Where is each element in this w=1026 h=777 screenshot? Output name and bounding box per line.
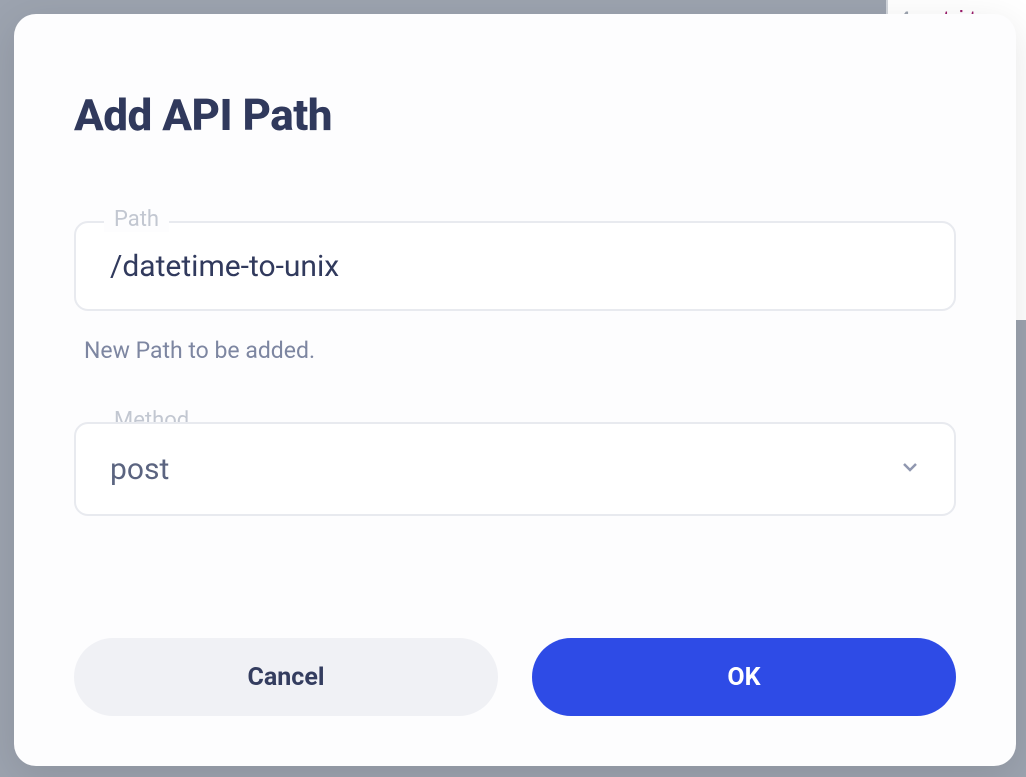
modal-button-row: Cancel OK [74,638,956,716]
path-field-group: Path [74,221,956,311]
path-helper-text: New Path to be added. [84,337,956,364]
cancel-button[interactable]: Cancel [74,638,498,716]
method-field-group: Method post [74,422,956,516]
method-select[interactable]: post [74,422,956,516]
modal-title: Add API Path [74,89,956,141]
path-label: Path [104,207,169,232]
ok-button[interactable]: OK [532,638,956,716]
add-api-path-modal: Add API Path Path New Path to be added. … [14,14,1016,766]
path-input[interactable] [74,221,956,311]
